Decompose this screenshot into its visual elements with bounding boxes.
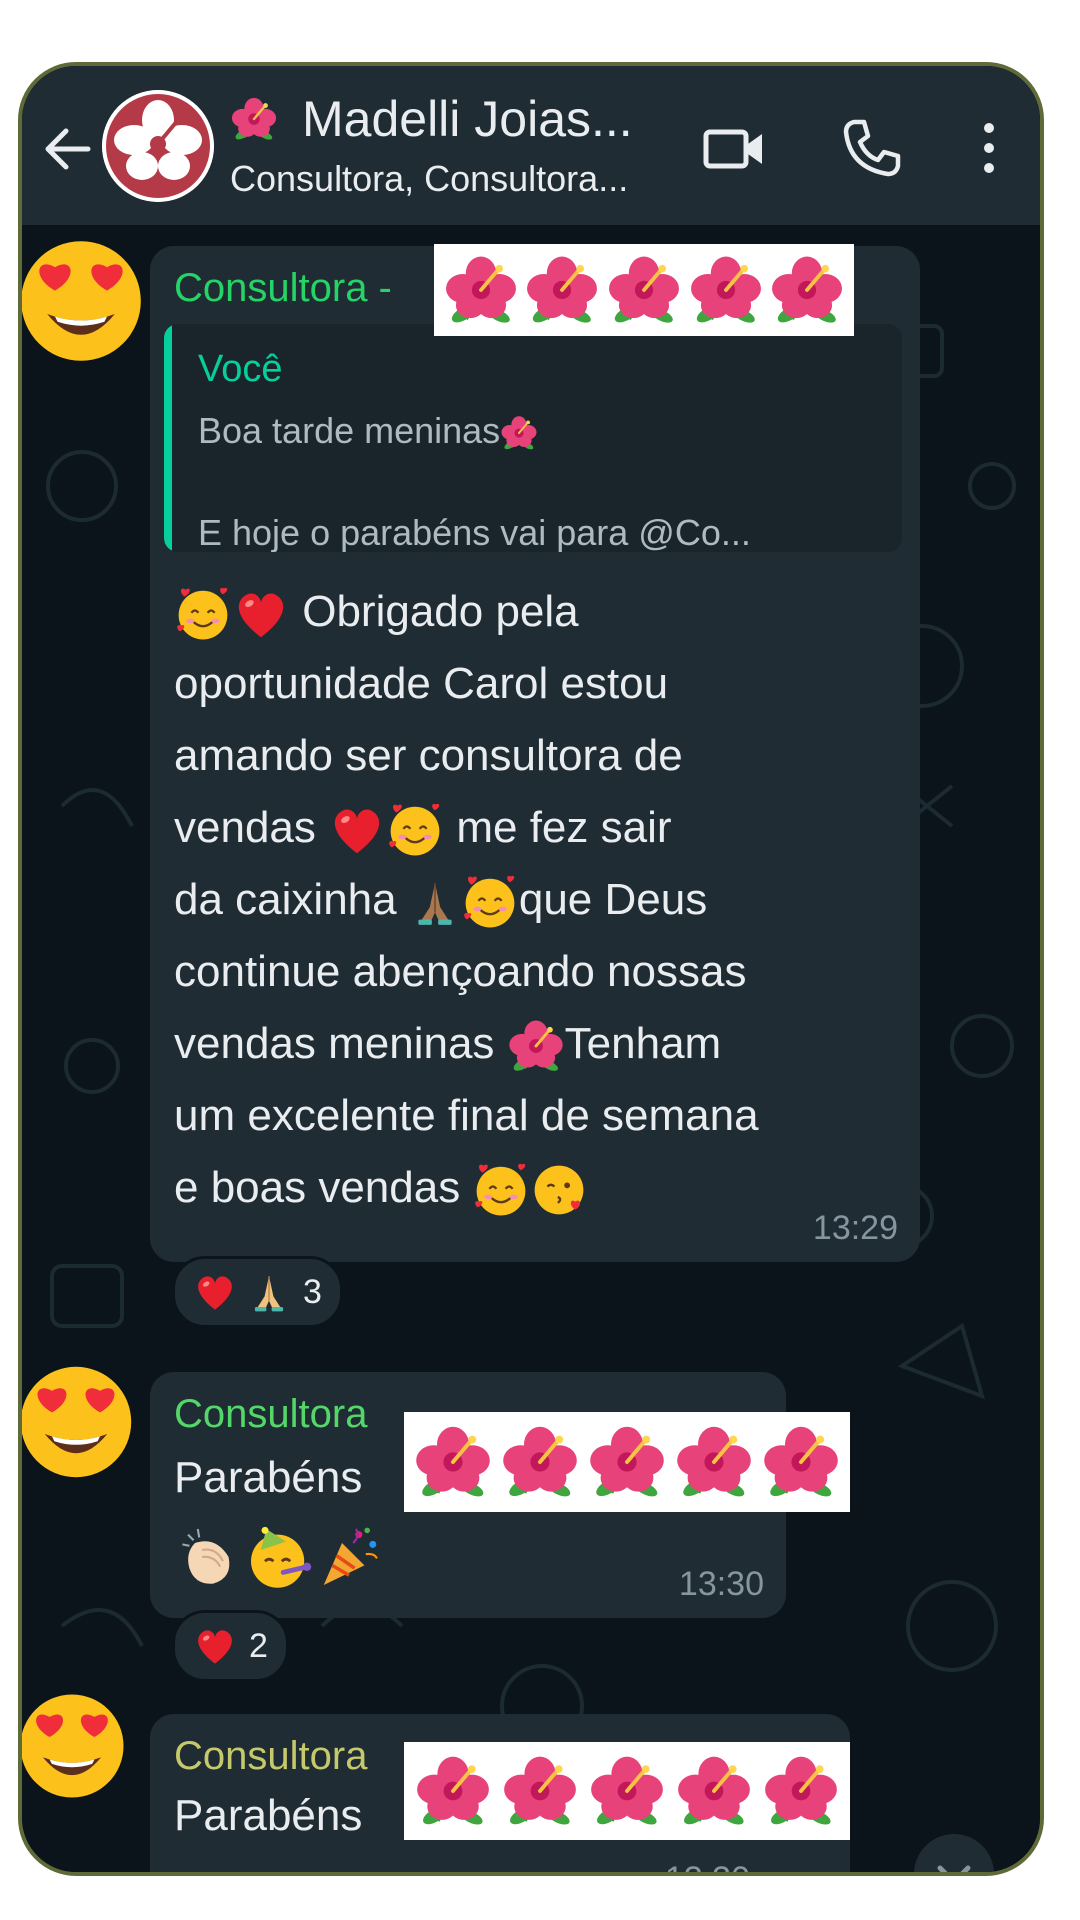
heart-eyes-emoji-avatar <box>18 1362 136 1482</box>
smiling-face-with-hearts-icon <box>386 801 444 859</box>
voice-call-icon[interactable] <box>840 116 904 180</box>
message-reactions[interactable]: 3 <box>172 1256 343 1328</box>
message-emojis <box>174 1522 384 1592</box>
hibiscus-icon <box>500 414 538 452</box>
hibiscus-icon <box>674 1422 754 1502</box>
hibiscus-logo-icon <box>102 90 214 202</box>
message-line: Obrigado pela <box>302 587 579 636</box>
group-name: Madelli Joias... <box>302 91 633 147</box>
message-sender: Consultora <box>174 1734 368 1778</box>
red-heart-icon <box>232 585 290 643</box>
message-reactions[interactable]: 2 <box>172 1610 289 1682</box>
chat-header: Madelli Joias... Consultora, Consultora.… <box>22 66 1040 225</box>
quoted-message[interactable]: Você Boa tarde meninas E hoje o parabéns… <box>164 324 902 552</box>
more-options-icon[interactable] <box>974 116 1004 180</box>
message-time: 13:30 <box>665 1860 750 1872</box>
redaction-flowers <box>404 1742 850 1840</box>
chevron-down-icon <box>937 1865 971 1872</box>
party-popper-icon <box>314 1522 384 1592</box>
message-text: Parabéns <box>174 1453 363 1502</box>
hibiscus-icon <box>588 1752 666 1830</box>
redaction-flowers <box>434 244 854 336</box>
smiling-face-with-hearts-icon <box>174 585 232 643</box>
video-call-icon[interactable] <box>702 116 766 180</box>
scroll-down-button[interactable] <box>914 1834 994 1872</box>
reaction-count: 2 <box>249 1626 268 1665</box>
hibiscus-icon <box>762 1752 840 1830</box>
redaction-flowers <box>404 1412 850 1512</box>
smiling-face-with-hearts-icon <box>461 873 519 931</box>
smiling-face-with-hearts-icon <box>472 1161 530 1219</box>
hibiscus-icon <box>507 1017 565 1075</box>
hibiscus-icon <box>501 1752 579 1830</box>
message-line: e boas vendas <box>174 1163 461 1212</box>
clapping-hands-icon <box>174 1522 244 1592</box>
red-heart-icon <box>328 801 386 859</box>
heart-eyes-emoji-avatar <box>18 236 146 366</box>
message-text: Obrigado pela oportunidade Carol estou a… <box>174 576 904 1224</box>
message-line: da caixinha <box>174 875 397 924</box>
group-avatar[interactable] <box>102 90 214 202</box>
message-time: 13:29 <box>812 1209 898 1247</box>
chat-title[interactable]: Madelli Joias... <box>230 90 633 148</box>
hibiscus-icon <box>413 1422 493 1502</box>
message-time: 13:30 <box>678 1565 764 1603</box>
message-bubble[interactable]: Consultora - Você Boa tarde meninas E ho… <box>150 246 920 1262</box>
hibiscus-icon <box>587 1422 667 1502</box>
quote-text-line: Boa tarde meninas <box>198 410 538 452</box>
hibiscus-icon <box>414 1752 492 1830</box>
message-line: oportunidade Carol estou <box>174 659 669 708</box>
quote-accent-bar <box>164 324 172 552</box>
back-arrow-icon[interactable] <box>40 121 96 177</box>
message-line: um excelente final de semana <box>174 1091 759 1140</box>
message-line: Tenham <box>564 1019 722 1068</box>
quote-text-line: E hoje o parabéns vai para @Co... <box>198 512 751 552</box>
message-line: me fez sair <box>456 803 672 852</box>
heart-eyes-emoji-avatar <box>18 1690 128 1802</box>
hibiscus-icon <box>769 252 845 328</box>
hibiscus-icon <box>500 1422 580 1502</box>
message-line: amando ser consultora de <box>174 731 683 780</box>
group-participants[interactable]: Consultora, Consultora... <box>230 158 628 200</box>
hibiscus-icon <box>761 1422 841 1502</box>
message-line: continue abençoando nossas <box>174 947 747 996</box>
message-line: vendas <box>174 803 316 852</box>
message-text: Parabéns <box>174 1791 363 1840</box>
hibiscus-icon <box>675 1752 753 1830</box>
red-heart-icon <box>193 1624 237 1668</box>
message-sender: Consultora <box>174 1392 368 1436</box>
folded-hands-icon <box>247 1270 291 1314</box>
hibiscus-icon <box>230 95 278 143</box>
partying-face-icon <box>244 1522 314 1592</box>
reaction-count: 3 <box>303 1272 322 1311</box>
message-line: que Deus <box>518 875 708 924</box>
hibiscus-icon <box>688 252 764 328</box>
message-line: vendas meninas <box>174 1019 495 1068</box>
message-sender: Consultora - <box>174 266 392 310</box>
hibiscus-icon <box>524 252 600 328</box>
phone-frame: Madelli Joias... Consultora, Consultora.… <box>18 62 1044 1876</box>
hibiscus-icon <box>606 252 682 328</box>
face-blowing-kiss-icon <box>530 1161 588 1219</box>
quote-author: Você <box>198 348 283 390</box>
hibiscus-icon <box>443 252 519 328</box>
folded-hands-icon <box>409 873 461 931</box>
red-heart-icon <box>193 1270 237 1314</box>
